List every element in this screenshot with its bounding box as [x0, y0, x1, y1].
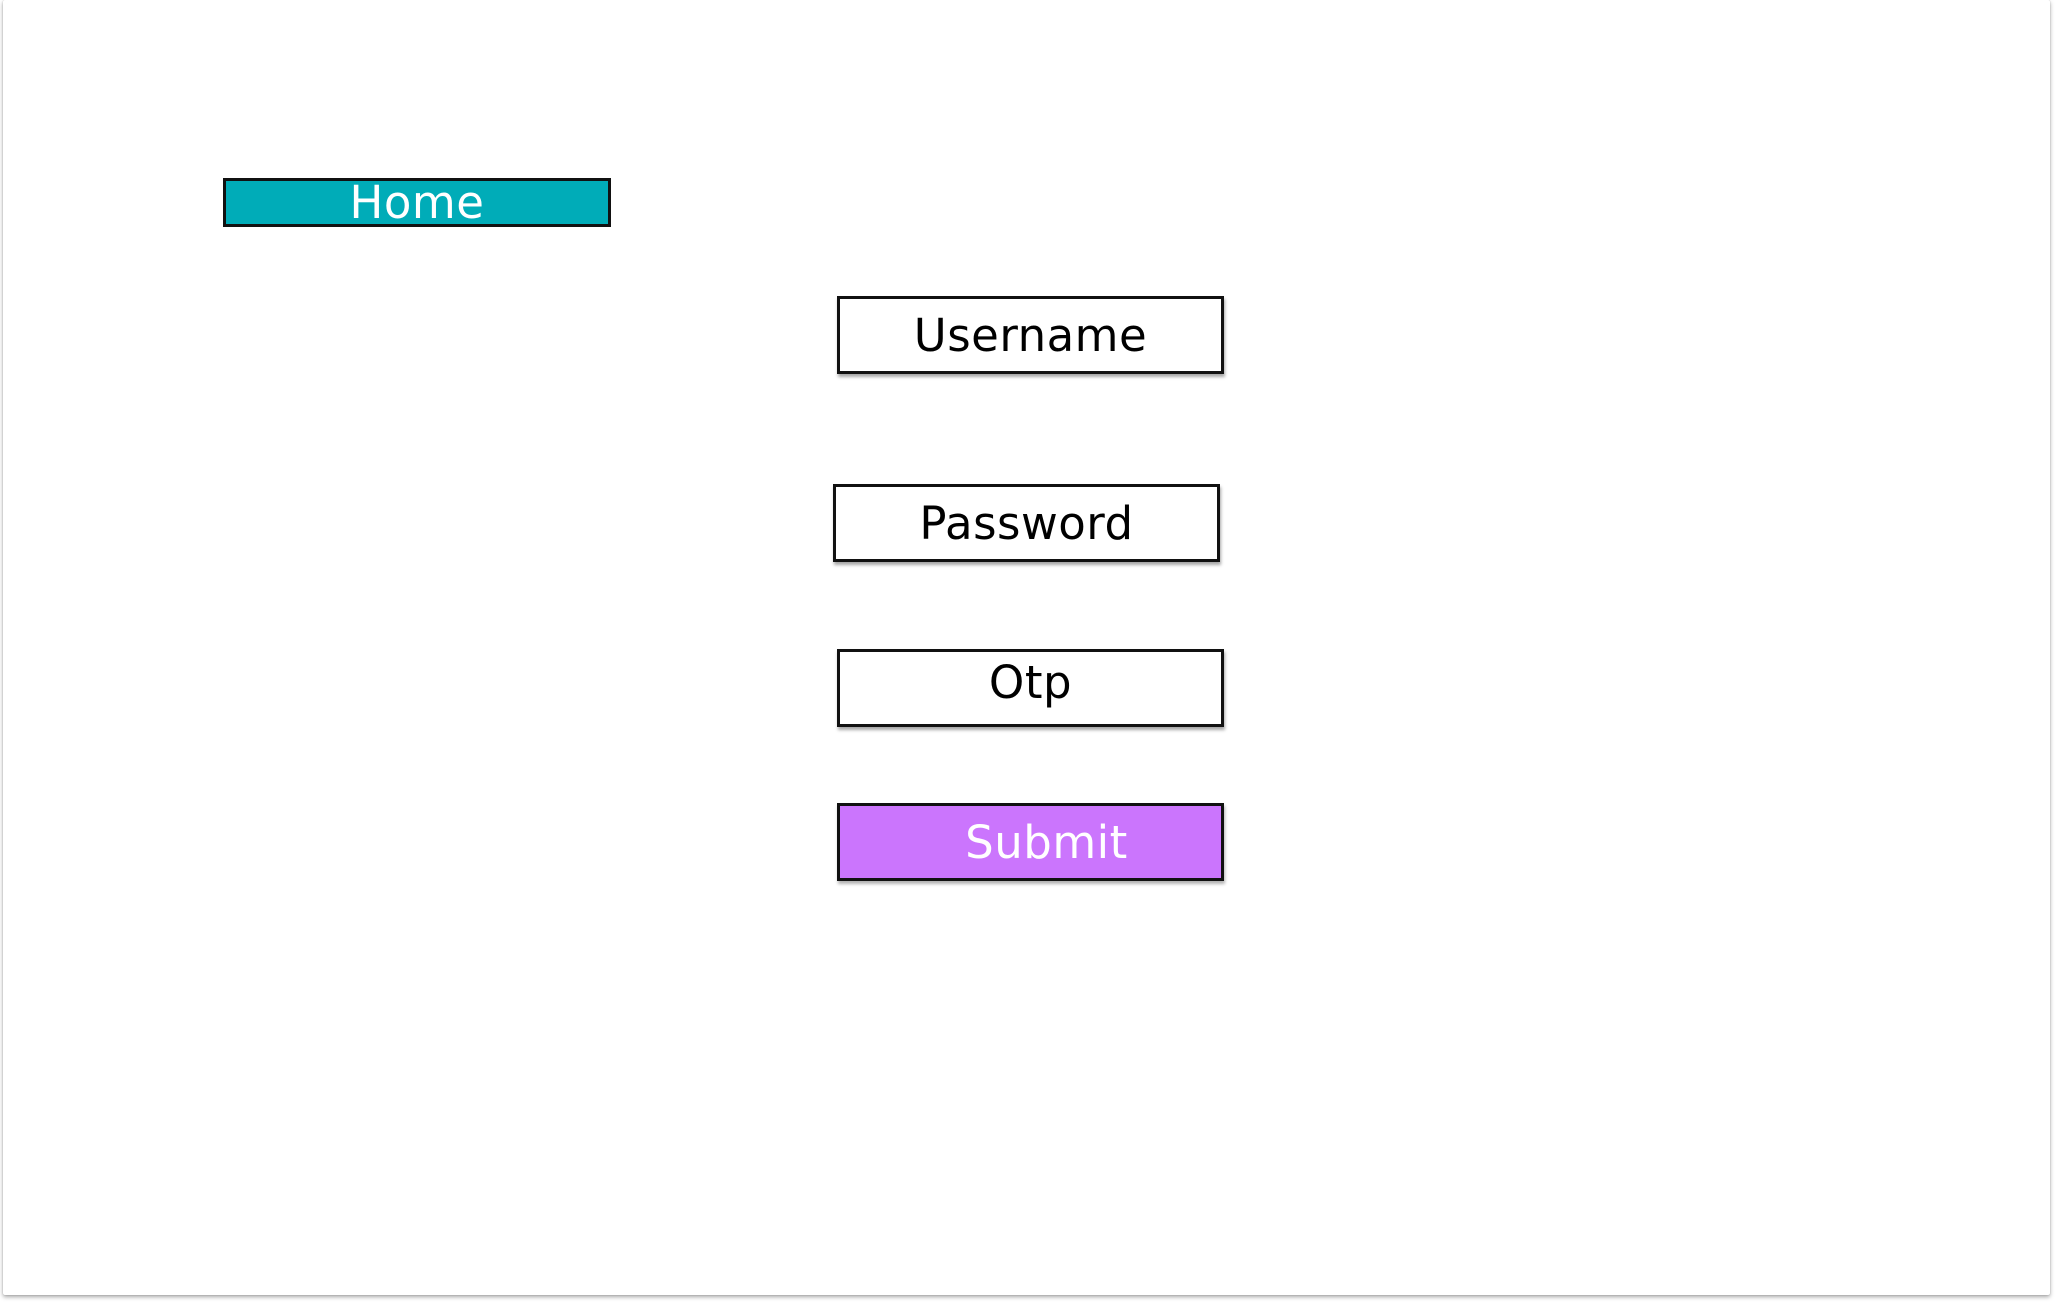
home-button[interactable]: Home: [223, 176, 611, 229]
username-field-placeholder: Username: [913, 308, 1148, 362]
otp-field[interactable]: Otp: [837, 649, 1224, 727]
username-field[interactable]: Username: [837, 296, 1224, 374]
home-button-label: Home: [349, 176, 485, 229]
password-field[interactable]: Password: [833, 484, 1220, 562]
password-field-placeholder: Password: [919, 496, 1134, 550]
submit-button-label: Submit: [965, 815, 1128, 869]
submit-button[interactable]: Submit: [837, 803, 1224, 881]
otp-field-placeholder: Otp: [988, 655, 1073, 709]
page-canvas: Home Username Password Otp Submit: [3, 0, 2050, 1295]
